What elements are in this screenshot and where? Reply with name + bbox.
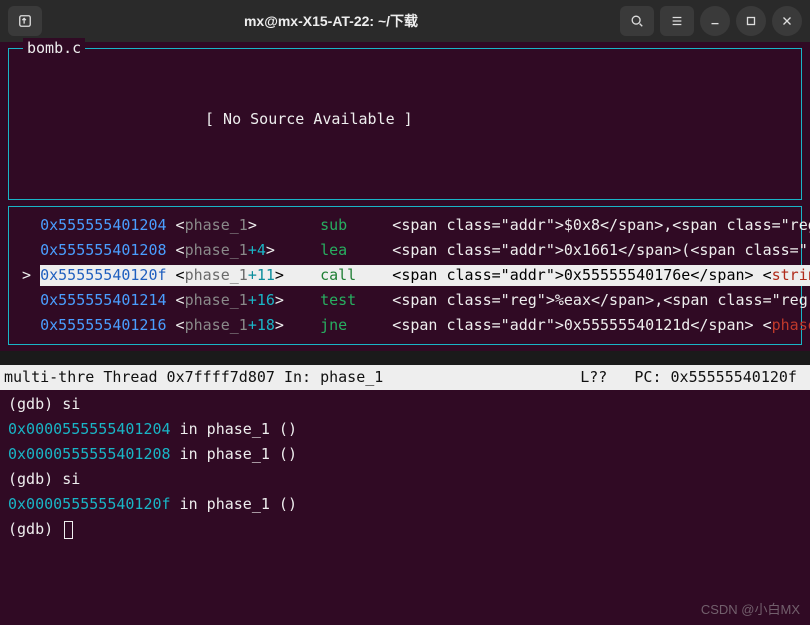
search-icon [630, 14, 644, 28]
gutter: > [13, 265, 40, 286]
close-button[interactable] [772, 6, 802, 36]
status-pc-label: PC: [634, 367, 661, 388]
cursor [64, 521, 73, 539]
window-title: mx@mx-X15-AT-22: ~/下载 [48, 11, 614, 31]
status-thread: multi-thre Thread 0x7ffff7d807 In: phase… [4, 367, 580, 388]
gdb-prompt-line: (gdb) si [8, 467, 802, 492]
disasm-row: > 0x55555540120f <phase_1+11> call <span… [13, 263, 797, 288]
disasm-content: 0x555555401216 <phase_1+18> jne <span cl… [40, 315, 810, 336]
gutter [13, 215, 40, 236]
disassembly-pane: 0x555555401204 <phase_1> sub <span class… [8, 206, 802, 345]
titlebar-left [8, 6, 42, 36]
terminal-viewport[interactable]: bomb.c [ No Source Available ] 0x5555554… [0, 42, 810, 625]
menu-button[interactable] [660, 6, 694, 36]
titlebar-right [620, 6, 802, 36]
maximize-button[interactable] [736, 6, 766, 36]
close-icon [780, 14, 794, 28]
maximize-icon [744, 14, 758, 28]
disasm-content: 0x555555401204 <phase_1> sub <span class… [40, 215, 810, 236]
gdb-output-line: 0x0000555555401208 in phase_1 () [8, 442, 802, 467]
hamburger-icon [670, 14, 684, 28]
window-titlebar: mx@mx-X15-AT-22: ~/下载 [0, 0, 810, 42]
gdb-command-area[interactable]: (gdb) si0x0000555555401204 in phase_1 ()… [8, 390, 802, 542]
no-source-message: [ No Source Available ] [17, 109, 793, 130]
disasm-content: 0x55555540120f <phase_1+11> call <span c… [40, 265, 810, 286]
status-pc: 0x55555540120f [671, 367, 797, 388]
new-tab-button[interactable] [8, 6, 42, 36]
gdb-output-line: 0x000055555540120f in phase_1 () [8, 492, 802, 517]
search-button[interactable] [620, 6, 654, 36]
gutter [13, 290, 40, 311]
disasm-content: 0x555555401214 <phase_1+16> test <span c… [40, 290, 810, 311]
status-line-no: L?? [580, 367, 607, 388]
gutter [13, 240, 40, 261]
disasm-row: 0x555555401216 <phase_1+18> jne <span cl… [13, 313, 797, 338]
gutter [13, 315, 40, 336]
disasm-row: 0x555555401208 <phase_1+4> lea <span cla… [13, 238, 797, 263]
gdb-prompt-line: (gdb) si [8, 392, 802, 417]
minimize-button[interactable] [700, 6, 730, 36]
pane-separator [0, 351, 810, 365]
source-filename: bomb.c [23, 38, 85, 59]
watermark: CSDN @小白MX [701, 601, 800, 619]
minimize-icon [708, 14, 722, 28]
disasm-row: 0x555555401204 <phase_1> sub <span class… [13, 213, 797, 238]
gdb-prompt-line: (gdb) [8, 517, 802, 542]
source-pane: bomb.c [ No Source Available ] [8, 48, 802, 200]
status-line: multi-thre Thread 0x7ffff7d807 In: phase… [0, 365, 810, 390]
gdb-output-line: 0x0000555555401204 in phase_1 () [8, 417, 802, 442]
disasm-content: 0x555555401208 <phase_1+4> lea <span cla… [40, 240, 810, 261]
disasm-row: 0x555555401214 <phase_1+16> test <span c… [13, 288, 797, 313]
terminal-tab-icon [18, 14, 32, 28]
